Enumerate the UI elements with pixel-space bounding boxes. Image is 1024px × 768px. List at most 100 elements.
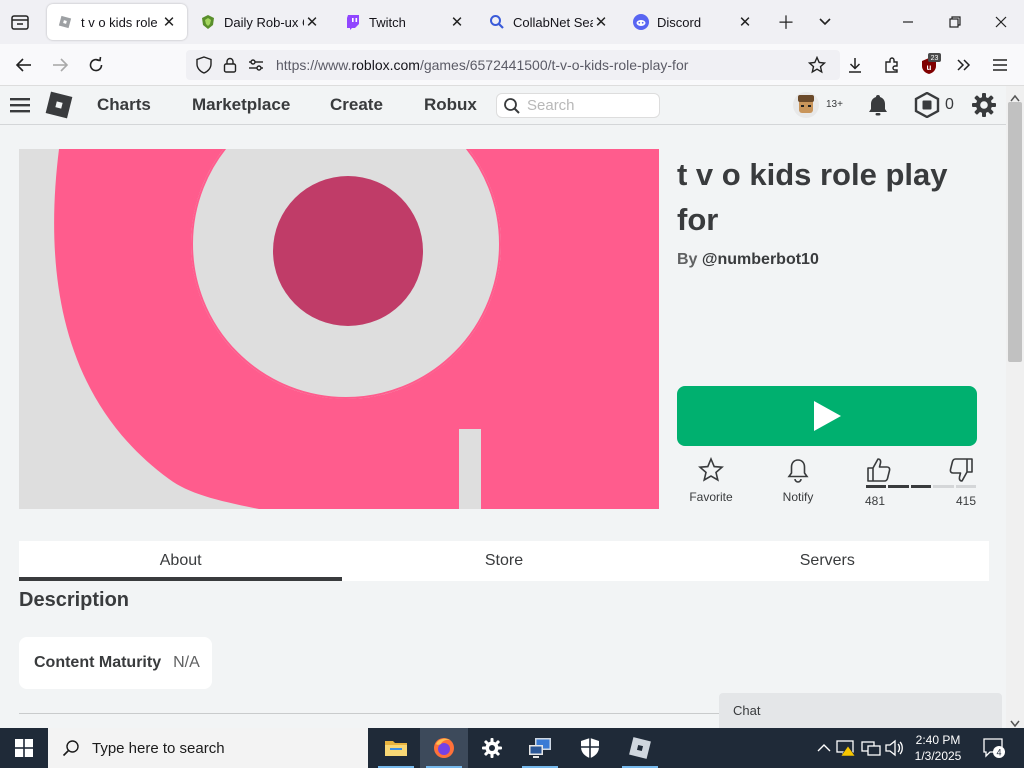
permissions-icon[interactable] [244,53,268,77]
vote-bar-segment [866,485,887,488]
close-icon[interactable]: ✕ [304,14,320,31]
firefox-icon[interactable] [420,728,468,768]
network-warning-icon[interactable] [836,738,856,758]
tab-store[interactable]: Store [342,541,665,581]
shield-favicon [200,14,216,30]
vote-bar-segment [910,485,932,488]
content-maturity-value: N/A [173,654,200,671]
vote-bar-segment [888,485,909,488]
browser-tab-roblox[interactable]: t v o kids role pl ✕ [47,4,187,40]
taskbar-search[interactable]: Type here to search [48,728,368,768]
search-input[interactable] [527,97,647,114]
nav-charts[interactable]: Charts [97,95,151,115]
settings-gear-icon[interactable] [468,728,516,768]
search-box[interactable] [496,93,660,118]
close-window-icon[interactable] [989,10,1013,34]
minimize-icon[interactable] [896,10,920,34]
ublock-extension-icon[interactable]: u 23 [915,52,943,78]
creator-link[interactable]: @numberbot10 [702,251,819,268]
gear-icon[interactable] [971,92,997,118]
close-icon[interactable]: ✕ [161,14,177,31]
thumbs-up-icon[interactable] [865,456,893,484]
url-path: /games/6572441500/t-v-o-kids-role-play-f… [419,57,689,73]
scroll-thumb[interactable] [1008,102,1022,362]
close-icon[interactable]: ✕ [593,14,609,31]
notification-bell-icon[interactable] [866,93,890,117]
browser-tab-daily-robux[interactable]: Daily Rob-ux Co ✕ [190,4,330,40]
chevron-down-icon[interactable] [813,10,837,34]
overflow-chevrons-icon[interactable] [950,52,978,78]
game-title: t v o kids role play for [677,157,948,237]
description-heading: Description [19,589,130,611]
tab-title: Twitch [369,14,406,30]
game-tabs: About Store Servers [19,541,989,581]
bookmark-star-icon[interactable] [803,52,831,78]
windows-start-icon[interactable] [0,728,48,768]
lock-icon[interactable] [218,53,242,77]
notification-center-icon[interactable]: 4 [982,737,1006,759]
clock-time: 2:40 PM [915,733,961,747]
tab-about[interactable]: About [19,541,343,581]
favorite-button[interactable]: Favorite [676,456,746,504]
network-icon[interactable] [861,738,881,758]
roblox-app-icon[interactable] [616,728,664,768]
volume-icon[interactable] [884,738,904,758]
remote-desktop-icon[interactable] [516,728,564,768]
content-maturity-label: Content Maturity [34,654,162,671]
favorite-label: Favorite [689,490,733,504]
game-thumbnail[interactable] [19,149,659,509]
nav-robux[interactable]: Robux [424,95,477,115]
roblox-header: Charts Marketplace Create Robux 13+ 0 [0,86,1006,125]
forward-arrow-icon[interactable] [46,52,74,78]
taskbar-clock[interactable]: 2:40 PM 1/3/2025 [908,732,968,764]
chat-bar[interactable]: Chat [719,693,1002,728]
nav-create[interactable]: Create [330,95,383,115]
star-icon [697,456,725,484]
browser-tab-collabnet[interactable]: CollabNet Searc ✕ [479,4,619,40]
roblox-logo-icon[interactable] [43,89,75,121]
new-tab-icon[interactable]: ＋ [774,10,798,34]
browser-navigation-bar: https://www.roblox.com/games/6572441500/… [0,44,1024,86]
browser-tab-twitch[interactable]: Twitch ✕ [335,4,475,40]
tab-list-icon[interactable] [8,10,32,34]
url-text[interactable]: https://www.roblox.com/games/6572441500/… [276,57,688,73]
vote-bar-segment [933,485,954,488]
extension-badge: 23 [931,55,939,62]
downvote-count: 415 [956,494,977,508]
browser-tab-discord[interactable]: Discord ✕ [623,4,763,40]
notify-button[interactable]: Notify [763,456,833,504]
file-explorer-icon[interactable] [372,728,420,768]
tab-title: t v o kids role pl [81,14,161,30]
discord-favicon [633,14,649,30]
nav-marketplace[interactable]: Marketplace [192,95,290,115]
tab-servers[interactable]: Servers [666,541,989,581]
menu-icon[interactable] [10,96,30,114]
restore-icon[interactable] [943,10,967,34]
creator-byline: By @numberbot10 [677,251,819,269]
security-shield-icon[interactable] [566,728,614,768]
vote-bar-segment [955,485,976,488]
url-domain: roblox.com [351,57,420,73]
page-scrollbar[interactable] [1006,86,1024,728]
extensions-puzzle-icon[interactable] [878,52,906,78]
hamburger-menu-icon[interactable] [986,52,1014,78]
back-arrow-icon[interactable] [10,52,38,78]
thumbs-down-icon[interactable] [947,456,975,484]
address-bar[interactable]: https://www.roblox.com/games/6572441500/… [186,50,840,80]
tab-title: Discord [657,14,702,30]
play-button[interactable] [677,386,977,446]
robux-balance[interactable]: 0 [945,96,954,114]
close-icon[interactable]: ✕ [737,14,753,31]
download-icon[interactable] [841,52,869,78]
roblox-favicon [57,14,73,30]
search-icon [62,739,80,757]
search-favicon [489,14,505,30]
close-icon[interactable]: ✕ [449,14,465,31]
tracking-shield-icon[interactable] [192,53,216,77]
clock-date: 1/3/2025 [914,749,962,763]
reload-icon[interactable] [82,52,110,78]
tray-chevron-up-icon[interactable] [814,738,834,758]
robux-icon[interactable] [914,91,940,119]
url-prefix: https://www. [276,57,352,73]
avatar[interactable] [792,91,820,119]
